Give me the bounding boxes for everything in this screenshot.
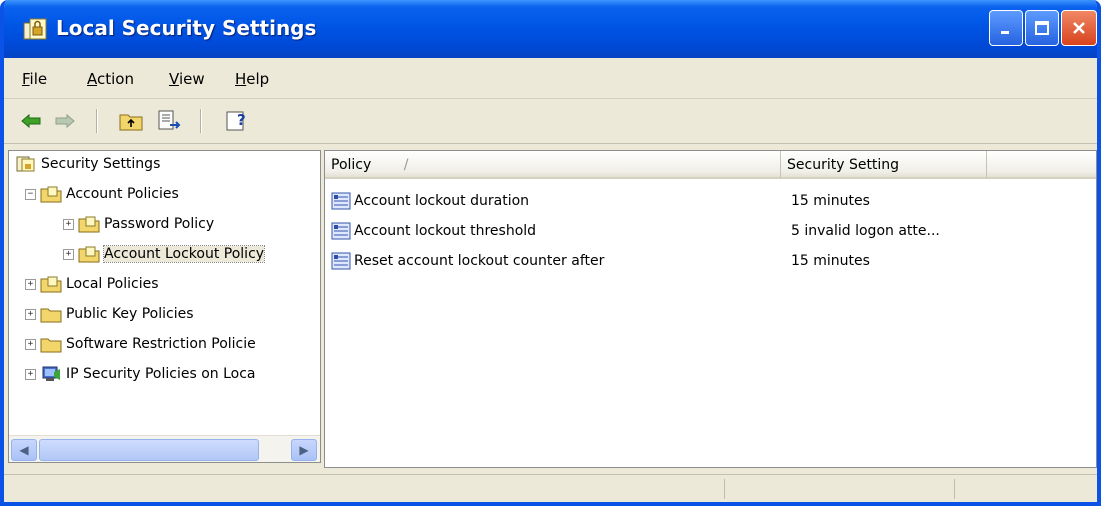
tree-item-ip-security-policies[interactable]: + IP Security Policies on Loca [25, 363, 255, 385]
expand-icon[interactable]: + [63, 248, 74, 260]
column-header-security-setting[interactable]: Security Setting [781, 151, 987, 179]
maximize-icon [1035, 21, 1049, 35]
scroll-right-button[interactable]: ▶ [291, 439, 317, 461]
tree-item-account-policies[interactable]: − Account Policies [25, 183, 179, 205]
menu-action[interactable]: Action [87, 70, 134, 88]
export-list-button[interactable] [154, 107, 184, 135]
folder-policy-icon [40, 276, 62, 293]
up-one-level-button[interactable] [116, 107, 146, 135]
menu-help-accelerator: H [235, 70, 247, 88]
minimize-icon [1001, 31, 1009, 34]
help-icon: ? [226, 111, 246, 131]
menu-help-rest: elp [246, 70, 270, 88]
collapse-icon[interactable]: − [25, 188, 36, 200]
scroll-thumb[interactable] [39, 439, 259, 461]
column-header-policy[interactable]: Policy / [325, 151, 781, 179]
status-bar [4, 474, 1097, 502]
tree-item-local-policies[interactable]: + Local Policies [25, 273, 159, 295]
tree-item-password-policy[interactable]: + Password Policy [63, 213, 214, 235]
tree-item-label: Security Settings [41, 156, 161, 172]
security-setting-value: 5 invalid logon atte... [791, 223, 940, 239]
status-bar-segment [724, 479, 955, 499]
back-arrow-icon [21, 113, 41, 129]
tree-horizontal-scrollbar[interactable]: ◀ ▶ [9, 435, 320, 462]
column-header-empty [987, 151, 1096, 179]
scroll-left-button[interactable]: ◀ [11, 439, 37, 461]
menu-view-accelerator: V [169, 70, 179, 88]
export-list-icon [158, 110, 181, 130]
chevron-right-icon: ▶ [299, 443, 309, 457]
svg-text:?: ? [237, 111, 246, 129]
tree-item-label: Account Lockout Policy [102, 245, 266, 263]
console-tree[interactable]: Security Settings − Account Policies + P… [8, 150, 321, 463]
expand-icon[interactable]: + [25, 308, 36, 320]
column-header-label: Policy [331, 157, 372, 173]
menu-file[interactable]: File [22, 70, 47, 88]
expand-icon[interactable]: + [25, 278, 36, 290]
tree-item-label: Local Policies [66, 276, 159, 292]
tree-item-label: Software Restriction Policie [66, 336, 256, 352]
title-bar[interactable]: Local Security Settings [4, 0, 1097, 58]
policy-name: Account lockout threshold [354, 223, 537, 239]
tree-item-account-lockout-policy[interactable]: + Account Lockout Policy [63, 243, 266, 265]
menu-file-accelerator: F [22, 70, 30, 88]
policy-setting-icon [331, 252, 351, 270]
security-setting-value: 15 minutes [791, 193, 870, 209]
help-button[interactable]: ? [222, 107, 252, 135]
menu-help[interactable]: Help [235, 70, 269, 88]
menu-view-rest: iew [178, 70, 205, 88]
menu-bar: File Action View Help [4, 58, 1097, 99]
expand-icon[interactable]: + [25, 338, 36, 350]
policy-setting-icon [331, 222, 351, 240]
menu-action-accelerator: A [87, 70, 97, 88]
status-bar-segment [954, 479, 1095, 499]
menu-view[interactable]: View [169, 70, 205, 88]
back-button[interactable] [16, 107, 46, 135]
menu-action-rest: ction [97, 70, 134, 88]
tree-item-label: Password Policy [104, 216, 215, 232]
tree-item-label: Account Policies [66, 186, 179, 202]
expand-icon[interactable]: + [25, 368, 36, 380]
security-settings-icon [16, 156, 35, 172]
toolbar: ? [4, 99, 1097, 144]
local-security-settings-window: Local Security Settings File Action View… [0, 0, 1101, 506]
tree-item-public-key-policies[interactable]: + Public Key Policies [25, 303, 194, 325]
tree-item-label: IP Security Policies on Loca [66, 366, 256, 382]
folder-icon [40, 308, 62, 323]
policy-name: Account lockout duration [354, 193, 530, 209]
close-button[interactable] [1061, 10, 1097, 46]
tree-item-security-settings[interactable]: Security Settings [15, 153, 160, 175]
column-header-label: Security Setting [787, 157, 900, 173]
forward-button[interactable] [50, 107, 80, 135]
minimize-button[interactable] [989, 10, 1023, 46]
ip-security-icon [42, 366, 60, 381]
folder-policy-icon [40, 186, 62, 203]
policy-name: Reset account lockout counter after [354, 253, 605, 269]
app-icon [23, 18, 47, 40]
sort-indicator: / [403, 157, 409, 173]
maximize-button[interactable] [1025, 10, 1059, 46]
forward-arrow-icon [55, 113, 75, 129]
folder-icon [40, 338, 62, 353]
policy-setting-icon [331, 192, 351, 210]
chevron-left-icon: ◀ [19, 443, 29, 457]
tree-item-software-restriction-policies[interactable]: + Software Restriction Policie [25, 333, 256, 355]
up-folder-icon [119, 114, 143, 131]
toolbar-separator [200, 109, 202, 133]
security-setting-value: 15 minutes [791, 253, 870, 269]
toolbar-separator [96, 109, 98, 133]
tree-item-label: Public Key Policies [66, 306, 194, 322]
close-icon [1073, 22, 1085, 34]
window-title: Local Security Settings [56, 16, 317, 40]
folder-policy-icon [78, 246, 100, 263]
policy-list[interactable]: Policy / Security Setting Account lockou… [324, 150, 1097, 468]
folder-policy-icon [78, 216, 100, 233]
menu-file-rest: ile [29, 70, 48, 88]
expand-icon[interactable]: + [63, 218, 74, 230]
